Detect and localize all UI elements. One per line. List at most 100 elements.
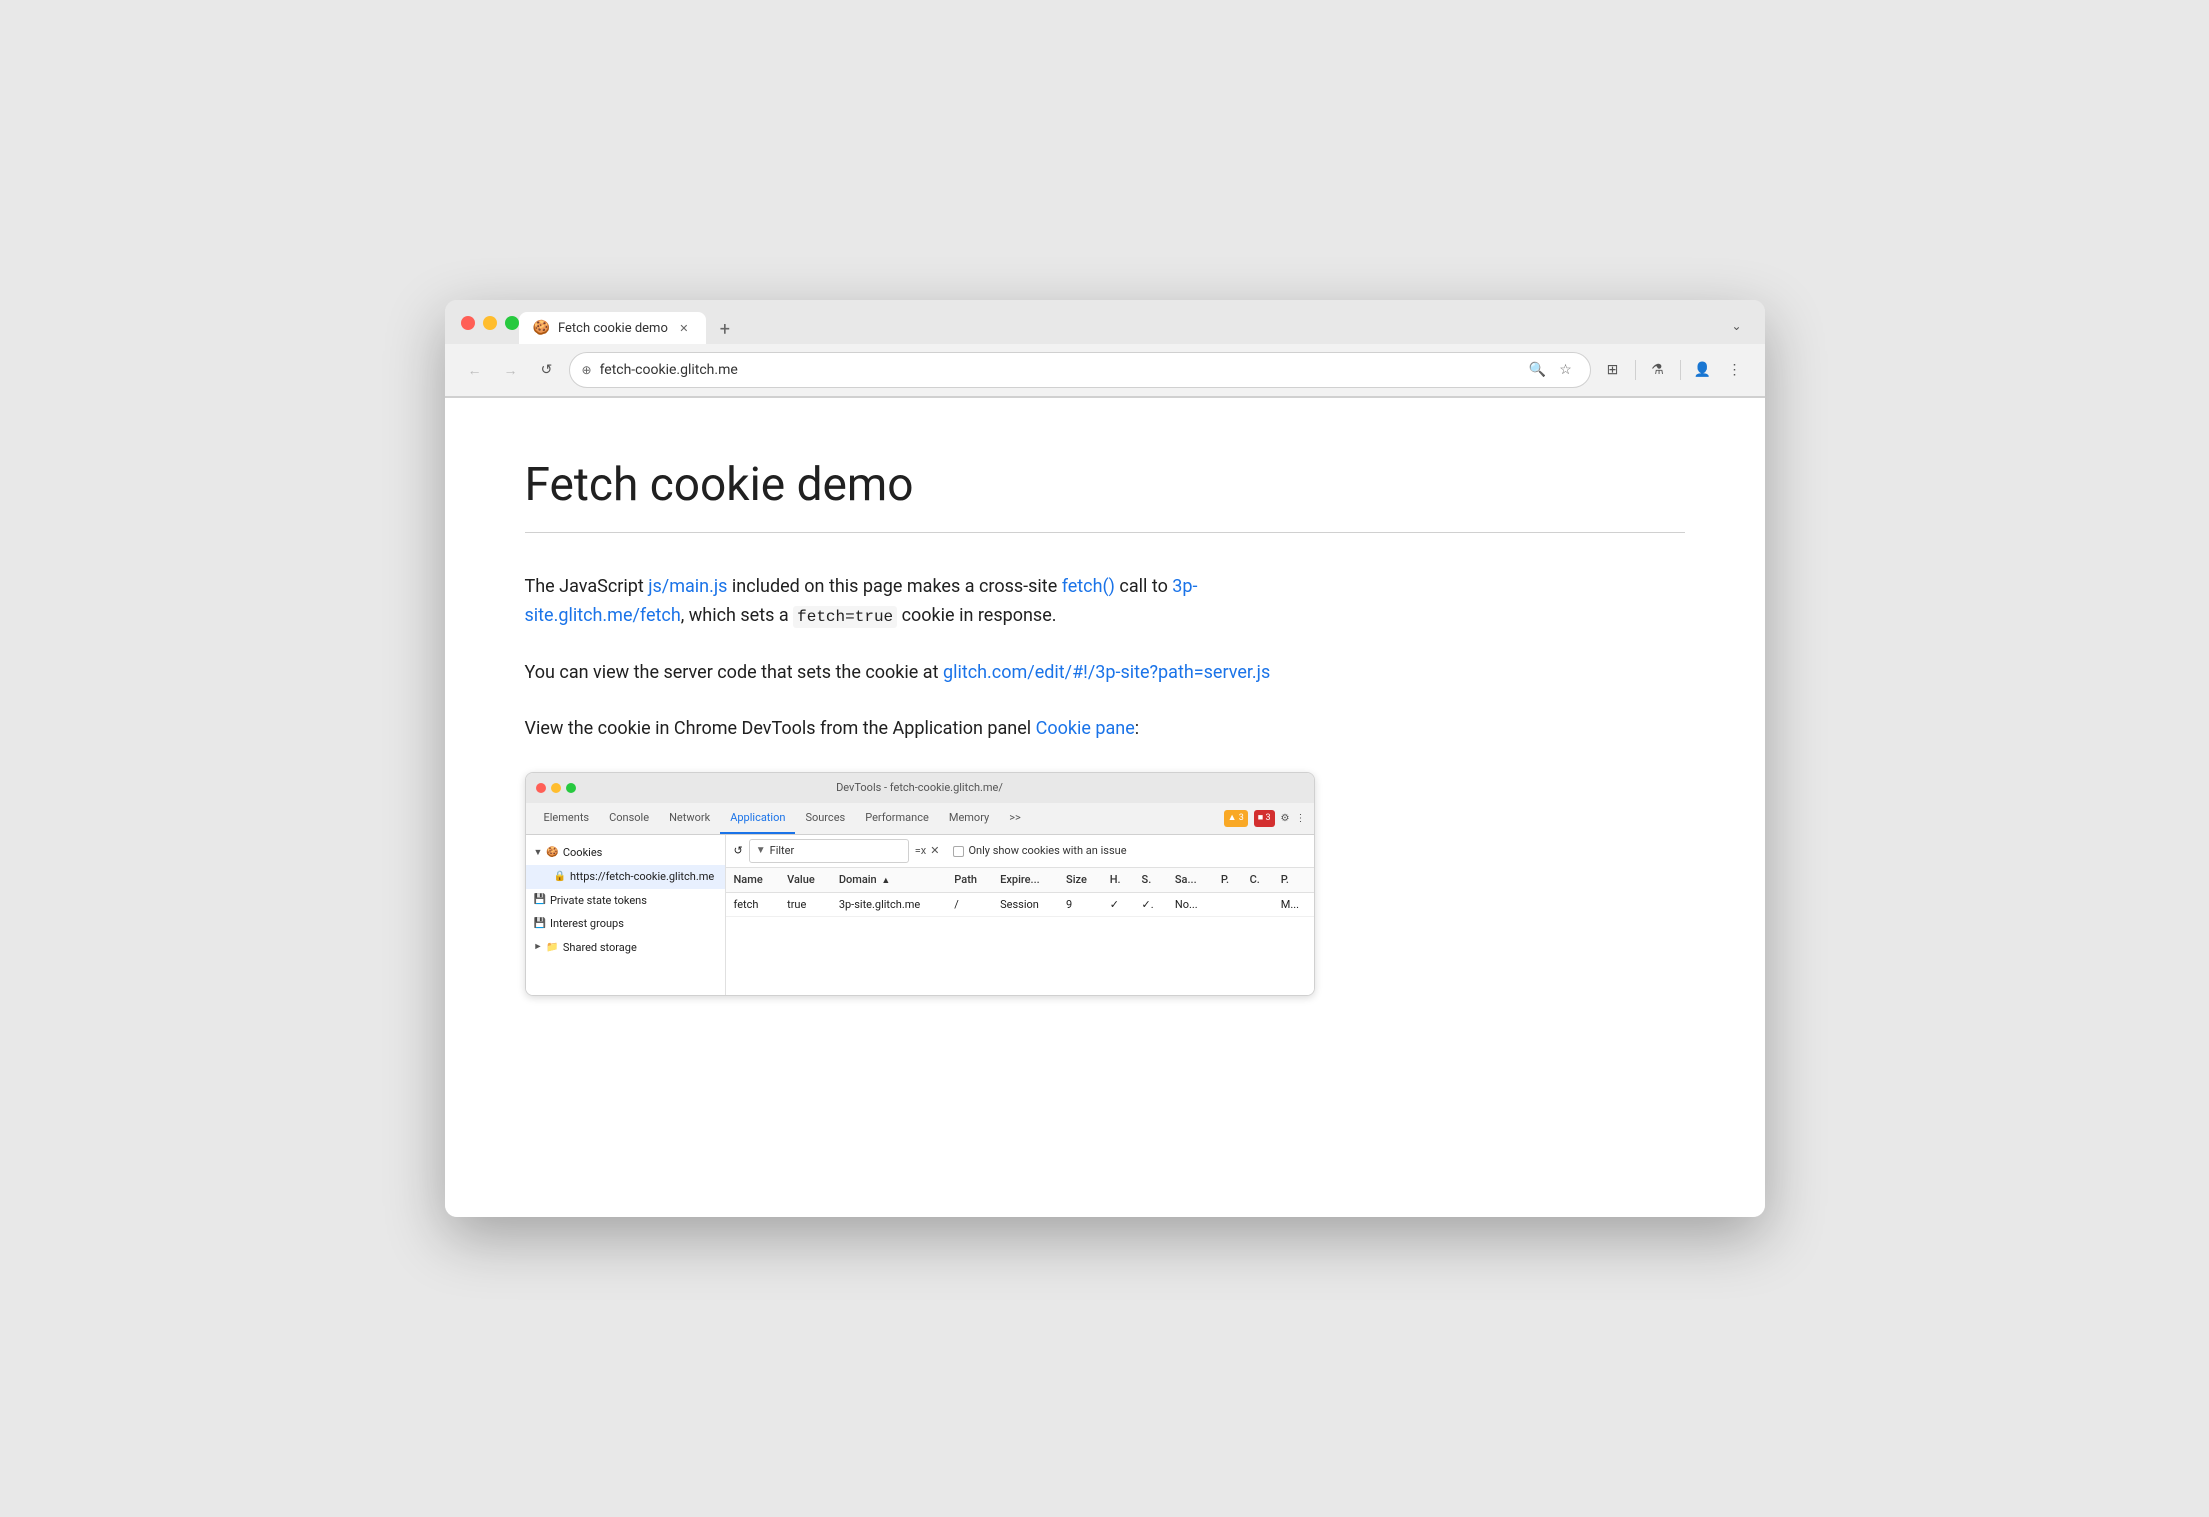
devtools-tab-memory[interactable]: Memory <box>939 803 999 835</box>
filter-icon: ▼ <box>756 843 766 859</box>
devtools-tab-performance[interactable]: Performance <box>855 803 939 835</box>
extensions-button[interactable]: ⊞ <box>1599 356 1627 384</box>
cell-c <box>1242 892 1273 917</box>
devtools-refresh-icon[interactable]: ↺ <box>734 842 743 860</box>
para3-colon: : <box>1135 718 1139 739</box>
address-bar[interactable]: ⊕ fetch-cookie.glitch.me 🔍 ☆ <box>569 352 1591 388</box>
code-fetch-true: fetch=true <box>793 606 897 628</box>
col-sa[interactable]: Sa... <box>1167 868 1213 892</box>
devtools-minimize-light <box>551 783 561 793</box>
link-js-main[interactable]: js/main.js <box>648 576 727 597</box>
para2-before: You can view the server code that sets t… <box>525 662 943 683</box>
cookies-arrow: ▼ <box>534 846 543 860</box>
para3-text: View the cookie in Chrome DevTools from … <box>525 718 1036 739</box>
cell-expires: Session <box>992 892 1058 917</box>
devtools-warn-badge: ▲ 3 <box>1224 810 1248 826</box>
para1-end: , which sets a <box>681 605 793 626</box>
col-size[interactable]: Size <box>1058 868 1102 892</box>
devtools-close-light <box>536 783 546 793</box>
devtools-filter-input[interactable]: ▼ Filter <box>749 839 909 863</box>
devtools-tab-elements[interactable]: Elements <box>534 803 600 835</box>
col-path[interactable]: Path <box>946 868 992 892</box>
close-traffic-light[interactable] <box>461 316 475 330</box>
profile-button[interactable]: 👤 <box>1689 356 1717 384</box>
devtools-tab-more[interactable]: >> <box>999 803 1031 835</box>
table-row[interactable]: fetch true 3p-site.glitch.me / Session 9… <box>726 892 1314 917</box>
site-info-icon: ⊕ <box>582 363 592 377</box>
devtools-traffic-lights <box>536 783 576 793</box>
browser-window: 🍪 Fetch cookie demo ✕ + ⌄ ← → ↺ ⊕ fetch-… <box>445 300 1765 1217</box>
devtools-sidebar-cookies-url[interactable]: 🔒 https://fetch-cookie.glitch.me <box>526 865 725 889</box>
private-tokens-label: Private state tokens <box>550 892 647 910</box>
devtools-cookies-table: Name Value Domain ▲ Path Expire... Size … <box>726 868 1314 917</box>
back-button[interactable]: ← <box>461 356 489 384</box>
cell-s: ✓. <box>1134 892 1167 917</box>
devtools-issues-checkbox[interactable] <box>953 846 964 857</box>
new-tab-button[interactable]: + <box>710 314 740 344</box>
tabs-dropdown-button[interactable]: ⌄ <box>1725 314 1749 338</box>
devtools-main-panel: ↺ ▼ Filter =x ✕ Only show co <box>726 835 1314 995</box>
para1-final: cookie in response. <box>897 605 1056 626</box>
para1-before: The JavaScript <box>525 576 649 597</box>
title-bar: 🍪 Fetch cookie demo ✕ + ⌄ <box>445 300 1765 344</box>
col-p2[interactable]: P. <box>1273 868 1314 892</box>
devtools-tab-application[interactable]: Application <box>720 803 795 835</box>
address-bar-actions: 🔍 ☆ <box>1526 358 1578 382</box>
devtools-menu-icon[interactable]: ⋮ <box>1296 811 1306 827</box>
maximize-traffic-light[interactable] <box>505 316 519 330</box>
filter-text: Filter <box>770 842 795 860</box>
col-expires[interactable]: Expire... <box>992 868 1058 892</box>
forward-button[interactable]: → <box>497 356 525 384</box>
devtools-tab-sources[interactable]: Sources <box>795 803 855 835</box>
page-title: Fetch cookie demo <box>525 458 1685 512</box>
menu-button[interactable]: ⋮ <box>1721 356 1749 384</box>
address-text: fetch-cookie.glitch.me <box>600 362 1518 378</box>
table-header-row: Name Value Domain ▲ Path Expire... Size … <box>726 868 1314 892</box>
interest-groups-label: Interest groups <box>550 915 624 933</box>
browser-toolbar: ← → ↺ ⊕ fetch-cookie.glitch.me 🔍 ☆ ⊞ ⚗ 👤… <box>445 344 1765 397</box>
col-c[interactable]: C. <box>1242 868 1273 892</box>
devtools-sidebar-cookies-parent[interactable]: ▼ 🍪 Cookies <box>526 841 725 865</box>
devtools-sidebar-interest-groups[interactable]: 💾 Interest groups <box>526 912 725 936</box>
minimize-traffic-light[interactable] <box>483 316 497 330</box>
cell-h: ✓ <box>1102 892 1134 917</box>
devtools-clear-icon[interactable]: =x <box>915 842 927 860</box>
devtools-sidebar-shared-storage[interactable]: ► 📁 Shared storage <box>526 936 725 960</box>
toolbar-right: ⊞ ⚗ 👤 ⋮ <box>1599 356 1749 384</box>
link-fetch-api[interactable]: fetch() <box>1062 576 1115 597</box>
toolbar-separator <box>1635 360 1636 380</box>
col-name[interactable]: Name <box>726 868 780 892</box>
col-p[interactable]: P. <box>1213 868 1242 892</box>
devtools-maximize-light <box>566 783 576 793</box>
cell-name: fetch <box>726 892 780 917</box>
search-icon[interactable]: 🔍 <box>1526 358 1550 382</box>
paragraph-2: You can view the server code that sets t… <box>525 659 1335 688</box>
cell-p2: M... <box>1273 892 1314 917</box>
devtools-tab-network[interactable]: Network <box>659 803 720 835</box>
tab-title-text: Fetch cookie demo <box>558 321 668 336</box>
devtools-icons: ▲ 3 ■ 3 ⚙ ⋮ <box>1224 810 1306 826</box>
link-cookie-pane[interactable]: Cookie pane <box>1036 718 1135 739</box>
shared-storage-label: Shared storage <box>563 939 637 957</box>
devtools-screenshot: DevTools - fetch-cookie.glitch.me/ Eleme… <box>525 772 1315 996</box>
devtools-sidebar-private-tokens[interactable]: 💾 Private state tokens <box>526 889 725 913</box>
reload-button[interactable]: ↺ <box>533 356 561 384</box>
cell-sa: No... <box>1167 892 1213 917</box>
tab-close-button[interactable]: ✕ <box>676 320 692 336</box>
lab-button[interactable]: ⚗ <box>1644 356 1672 384</box>
cookies-icon: 🍪 <box>546 845 558 861</box>
col-h[interactable]: H. <box>1102 868 1134 892</box>
cell-path: / <box>946 892 992 917</box>
col-value[interactable]: Value <box>779 868 831 892</box>
link-glitch-server[interactable]: glitch.com/edit/#!/3p-site?path=server.j… <box>943 662 1270 683</box>
devtools-settings-icon[interactable]: ⚙ <box>1281 811 1290 827</box>
devtools-err-badge: ■ 3 <box>1254 810 1275 826</box>
devtools-issues-label: Only show cookies with an issue <box>968 842 1126 860</box>
devtools-tab-console[interactable]: Console <box>599 803 659 835</box>
col-s[interactable]: S. <box>1134 868 1167 892</box>
page-body: The JavaScript js/main.js included on th… <box>525 573 1335 996</box>
col-domain[interactable]: Domain ▲ <box>831 868 946 892</box>
active-tab[interactable]: 🍪 Fetch cookie demo ✕ <box>519 312 706 344</box>
devtools-delete-icon[interactable]: ✕ <box>930 842 939 860</box>
bookmark-icon[interactable]: ☆ <box>1554 358 1578 382</box>
